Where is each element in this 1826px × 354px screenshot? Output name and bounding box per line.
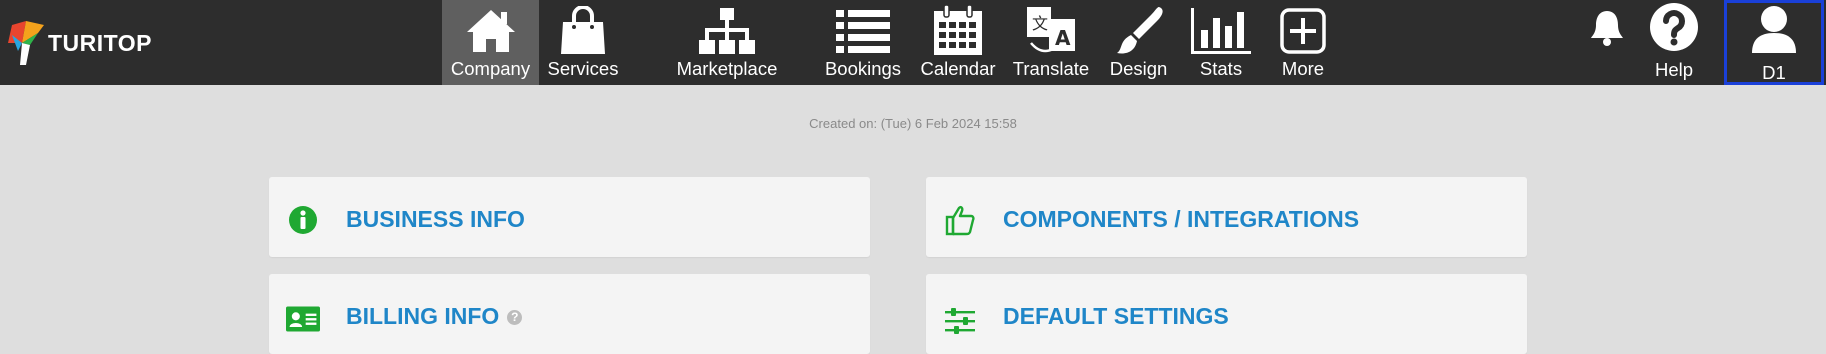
user-icon [1750,3,1798,60]
turitop-logo-mark-icon [8,21,44,65]
list-icon [836,5,890,57]
created-on-text: Created on: (Tue) 6 Feb 2024 15:58 [809,116,1017,131]
nav-label: Company [450,58,531,79]
nav-label: More [1281,58,1325,79]
card-title-row: BILLING INFO? [346,303,523,330]
nav-label: Marketplace [676,58,778,79]
bell-icon [1589,9,1625,52]
brand-name: TURITOP [48,29,153,56]
help-button[interactable]: Help [1648,0,1700,85]
turitop-logo[interactable]: TURITOP [8,20,152,66]
nav-bookings[interactable]: Bookings [815,0,911,85]
card-title: DEFAULT SETTINGS [1003,303,1229,329]
nav-label: Design [1109,58,1168,79]
svg-text:文: 文 [1032,14,1048,33]
nav-label: Bookings [824,58,902,79]
shopping-bag-icon [557,5,609,57]
business-info-card[interactable]: BUSINESS INFO [269,177,870,257]
sitemap-icon [699,5,755,57]
question-mark-icon[interactable]: ? [507,310,523,326]
nav-marketplace[interactable]: Marketplace [627,0,827,85]
nav-label: Services [547,58,619,79]
question-circle-icon [1649,2,1699,57]
nav-label: Calendar [920,58,996,79]
info-circle-icon [286,203,320,237]
help-label: Help [1654,59,1694,80]
nav-calendar[interactable]: Calendar [911,0,1005,85]
bar-chart-icon [1191,5,1251,57]
user-menu-button[interactable]: D1 [1724,0,1824,85]
nav-more[interactable]: More [1262,0,1344,85]
notifications-button[interactable] [1588,0,1626,85]
top-navigation-bar: TURITOP Company Services Marketplace Boo… [0,0,1826,85]
nav-design[interactable]: Design [1097,0,1180,85]
nav-label: Translate [1012,58,1090,79]
svg-text:A: A [1055,26,1071,50]
plus-square-icon [1280,5,1326,57]
home-icon [465,5,517,57]
nav-stats[interactable]: Stats [1180,0,1262,85]
nav-translate[interactable]: 文A Translate [1005,0,1097,85]
paintbrush-icon [1113,5,1165,57]
default-settings-card[interactable]: DEFAULT SETTINGS [926,274,1527,354]
nav-company[interactable]: Company [442,0,539,85]
main-nav: Company Services Marketplace Bookings Ca… [442,0,1344,85]
billing-info-card[interactable]: BILLING INFO? [269,274,870,354]
thumbs-up-icon [943,203,977,237]
card-title: BILLING INFO [346,303,500,329]
card-title: COMPONENTS / INTEGRATIONS [1003,206,1360,232]
nav-label: Stats [1199,58,1243,79]
translate-icon: 文A [1025,5,1077,57]
sliders-icon [943,304,977,338]
id-card-icon [286,302,320,336]
card-title: BUSINESS INFO [346,206,525,232]
components-integrations-card[interactable]: COMPONENTS / INTEGRATIONS [926,177,1527,257]
calendar-icon [932,5,984,57]
user-label: D1 [1762,62,1786,83]
nav-services[interactable]: Services [539,0,627,85]
